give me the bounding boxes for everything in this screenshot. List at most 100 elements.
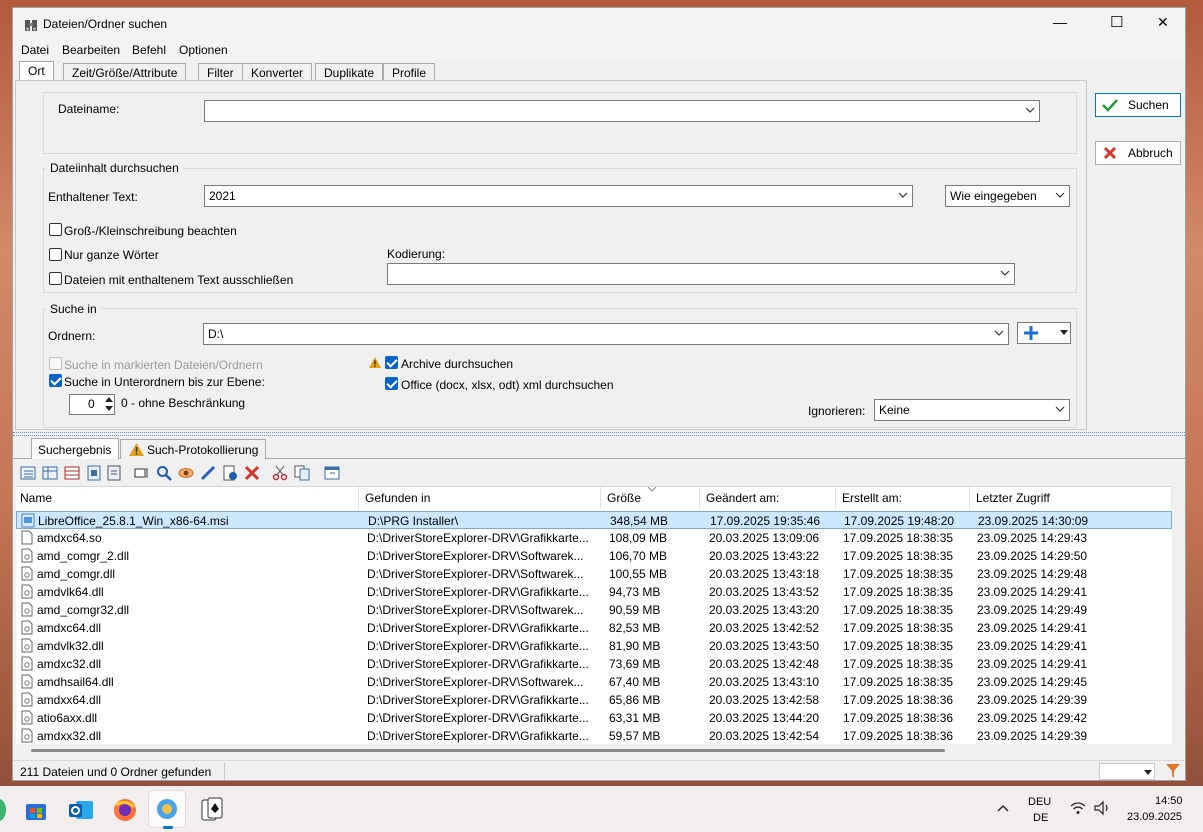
outlook-icon[interactable] — [68, 798, 94, 822]
text-mode-select[interactable]: Wie eingegeben — [945, 185, 1070, 207]
title-bar[interactable]: Dateien/Ordner suchen — ☐ ✕ — [13, 8, 1185, 40]
content-text-combo[interactable]: 2021 — [204, 185, 913, 207]
clock-date[interactable]: 23.09.2025 — [1127, 811, 1182, 823]
tab-filter-label: Filter — [207, 66, 234, 80]
subfolders-checkbox[interactable] — [49, 374, 62, 387]
column-header-path[interactable]: Gefunden in — [361, 487, 601, 509]
columns-icon[interactable] — [324, 465, 340, 481]
app-icon-partial[interactable] — [0, 799, 6, 821]
maximize-button[interactable]: ☐ — [1110, 13, 1123, 31]
filename-label: Dateiname: — [58, 102, 120, 116]
level-value: 0 — [88, 397, 95, 411]
table-row[interactable]: atio6axx.dll D:\DriverStoreExplorer-DRV\G… — [16, 709, 1172, 727]
encoding-select[interactable] — [387, 263, 1015, 285]
exclude-text-checkbox[interactable] — [49, 272, 62, 285]
cell-created: 17.09.2025 18:38:36 — [843, 729, 954, 743]
office-label: Office (docx, xlsx, odt) xml durchsuchen — [401, 378, 614, 392]
eye-icon[interactable] — [178, 465, 194, 481]
ignore-select[interactable]: Keine — [874, 399, 1070, 421]
table-row[interactable]: amdxx32.dll D:\DriverStoreExplorer-DRV\Gr… — [16, 727, 1172, 744]
wifi-icon[interactable] — [1070, 801, 1086, 815]
table-row[interactable]: amd_comgr.dll D:\DriverStoreExplorer-DRV\… — [16, 565, 1172, 583]
cell-modified: 17.09.2025 19:35:46 — [710, 514, 821, 528]
menu-befehl[interactable]: Befehl — [132, 43, 166, 57]
delete-icon[interactable] — [244, 465, 260, 481]
table-row[interactable]: amdhsail64.dll D:\DriverStoreExplorer-DRV… — [16, 673, 1172, 691]
tab-such-protokollierung[interactable]: Such-Protokollierung — [120, 439, 266, 459]
menu-optionen[interactable]: Optionen — [179, 43, 228, 57]
column-header-accessed[interactable]: Letzter Zugriff — [972, 487, 1172, 509]
level-spinner[interactable]: 0 — [69, 394, 115, 415]
cell-accessed: 23.09.2025 14:29:39 — [977, 729, 1088, 743]
tab-suchergebnis[interactable]: Suchergebnis — [31, 438, 119, 459]
store-icon[interactable] — [24, 798, 48, 822]
cell-size: 108,09 MB — [609, 531, 668, 545]
chevron-down-icon — [1025, 107, 1035, 113]
table-row[interactable]: LibreOffice_25.8.1_Win_x86-64.msi D:\PRG … — [16, 511, 1172, 529]
cell-size: 73,69 MB — [609, 657, 661, 671]
add-folder-button[interactable] — [1017, 322, 1071, 344]
table-row[interactable]: amdxc32.dll D:\DriverStoreExplorer-DRV\Gr… — [16, 655, 1172, 673]
close-button[interactable]: ✕ — [1157, 14, 1169, 31]
column-header-size[interactable]: Größe — [603, 487, 700, 509]
whole-words-checkbox[interactable] — [49, 248, 62, 261]
status-filter-select[interactable] — [1099, 763, 1155, 780]
cell-created: 17.09.2025 18:38:35 — [843, 675, 954, 689]
cell-path: D:\DriverStoreExplorer-DRV\Grafikkarte..… — [367, 693, 589, 707]
search-icon[interactable] — [156, 465, 172, 481]
splitter[interactable] — [13, 432, 1185, 436]
clock-time[interactable]: 14:50 — [1155, 795, 1183, 807]
column-header-created[interactable]: Erstellt am: — [838, 487, 970, 509]
column-header-name[interactable]: Name — [16, 487, 359, 509]
table-icon[interactable] — [64, 465, 80, 481]
archive-checkbox[interactable] — [385, 356, 398, 369]
preview-icon[interactable] — [134, 465, 150, 481]
table-row[interactable]: amd_comgr32.dll D:\DriverStoreExplorer-DR… — [16, 601, 1172, 619]
marked-files-checkbox[interactable] — [49, 357, 62, 370]
filter-icon[interactable] — [1165, 763, 1181, 779]
search-app-taskbar-button[interactable] — [148, 790, 186, 829]
search-button[interactable]: Suchen — [1095, 93, 1181, 117]
tab-zeit-label: Zeit/Größe/Attribute — [72, 66, 178, 80]
table-row[interactable]: amdvlk64.dll D:\DriverStoreExplorer-DRV\G… — [16, 583, 1172, 601]
export-icon[interactable] — [86, 465, 102, 481]
firefox-icon[interactable] — [112, 797, 138, 823]
file-info-icon[interactable] — [222, 465, 238, 481]
language-code-top[interactable]: DEU — [1028, 796, 1051, 808]
cell-accessed: 23.09.2025 14:29:41 — [977, 657, 1088, 671]
table-row[interactable]: amdxc64.so D:\DriverStoreExplorer-DRV\Gra… — [16, 529, 1172, 547]
column-header-modified[interactable]: Geändert am: — [702, 487, 836, 509]
dll-file-icon — [21, 692, 33, 707]
menu-datei[interactable]: Datei — [21, 43, 49, 57]
minimize-button[interactable]: — — [1053, 14, 1067, 30]
solitaire-icon[interactable] — [200, 797, 224, 823]
chevron-up-icon[interactable] — [997, 804, 1009, 812]
horizontal-scrollbar[interactable] — [31, 749, 945, 752]
table-row[interactable]: amdxc64.dll D:\DriverStoreExplorer-DRV\Gr… — [16, 619, 1172, 637]
cell-accessed: 23.09.2025 14:29:41 — [977, 585, 1088, 599]
filename-combo[interactable] — [204, 100, 1040, 122]
cell-modified: 20.03.2025 13:43:50 — [709, 639, 820, 653]
table-row[interactable]: amd_comgr_2.dll D:\DriverStoreExplorer-DR… — [16, 547, 1172, 565]
list-view-icon[interactable] — [20, 465, 36, 481]
folders-combo[interactable]: D:\ — [203, 323, 1009, 345]
cell-accessed: 23.09.2025 14:29:45 — [977, 675, 1088, 689]
cell-modified: 20.03.2025 13:43:52 — [709, 585, 820, 599]
language-code-bottom[interactable]: DE — [1033, 812, 1048, 824]
menu-bearbeiten[interactable]: Bearbeiten — [62, 43, 120, 57]
speaker-icon[interactable] — [1094, 800, 1112, 816]
pencil-icon[interactable] — [200, 465, 216, 481]
folders-label: Ordnern: — [48, 329, 96, 343]
tab-duplikate-label: Duplikate — [324, 66, 375, 80]
case-sensitive-checkbox[interactable] — [49, 223, 62, 236]
cancel-button[interactable]: Abbruch — [1095, 141, 1181, 165]
copy-list-icon[interactable] — [106, 465, 122, 481]
cut-icon[interactable] — [272, 465, 288, 481]
copy-icon[interactable] — [294, 465, 310, 481]
cell-name: amd_comgr32.dll — [37, 603, 130, 617]
office-checkbox[interactable] — [385, 377, 398, 390]
table-row[interactable]: amdxx64.dll D:\DriverStoreExplorer-DRV\Gr… — [16, 691, 1172, 709]
table-row[interactable]: amdvlk32.dll D:\DriverStoreExplorer-DRV\G… — [16, 637, 1172, 655]
cell-size: 100,55 MB — [609, 567, 668, 581]
details-view-icon[interactable] — [42, 465, 58, 481]
